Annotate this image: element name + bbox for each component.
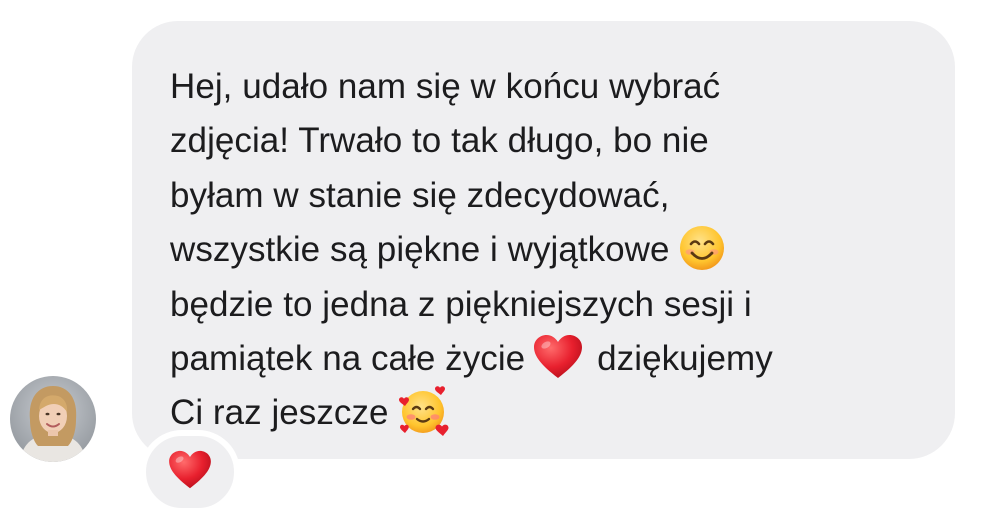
red-heart-icon — [168, 450, 212, 490]
smiling-face-icon — [678, 224, 726, 272]
message-bubble[interactable]: Hej, udało nam się w końcu wybrać zdjęci… — [132, 21, 955, 459]
message-line: Hej, udało nam się w końcu wybrać — [170, 67, 721, 106]
smiling-face-with-hearts-icon — [397, 384, 451, 438]
message-line: pamiątek na całe życie dziękujemy — [170, 332, 925, 386]
message-line-tail: dziękujemy — [597, 339, 773, 379]
red-heart-icon — [533, 334, 583, 380]
message-line: Ci raz jeszcze — [170, 386, 925, 440]
message-line: wszystkie są piękne i wyjątkowe — [170, 223, 925, 277]
message-line: byłam w stanie się zdecydować, — [170, 175, 670, 215]
avatar[interactable] — [10, 376, 96, 462]
message-line: będzie to jedna z piękniejszych sesji i — [170, 284, 752, 324]
reaction-badge[interactable] — [140, 430, 240, 514]
avatar-photo-icon — [10, 376, 96, 462]
chat-thread: Hej, udało nam się w końcu wybrać zdjęci… — [0, 0, 991, 514]
message-line: zdjęcia! Trwało to tak długo, bo nie — [170, 121, 709, 161]
